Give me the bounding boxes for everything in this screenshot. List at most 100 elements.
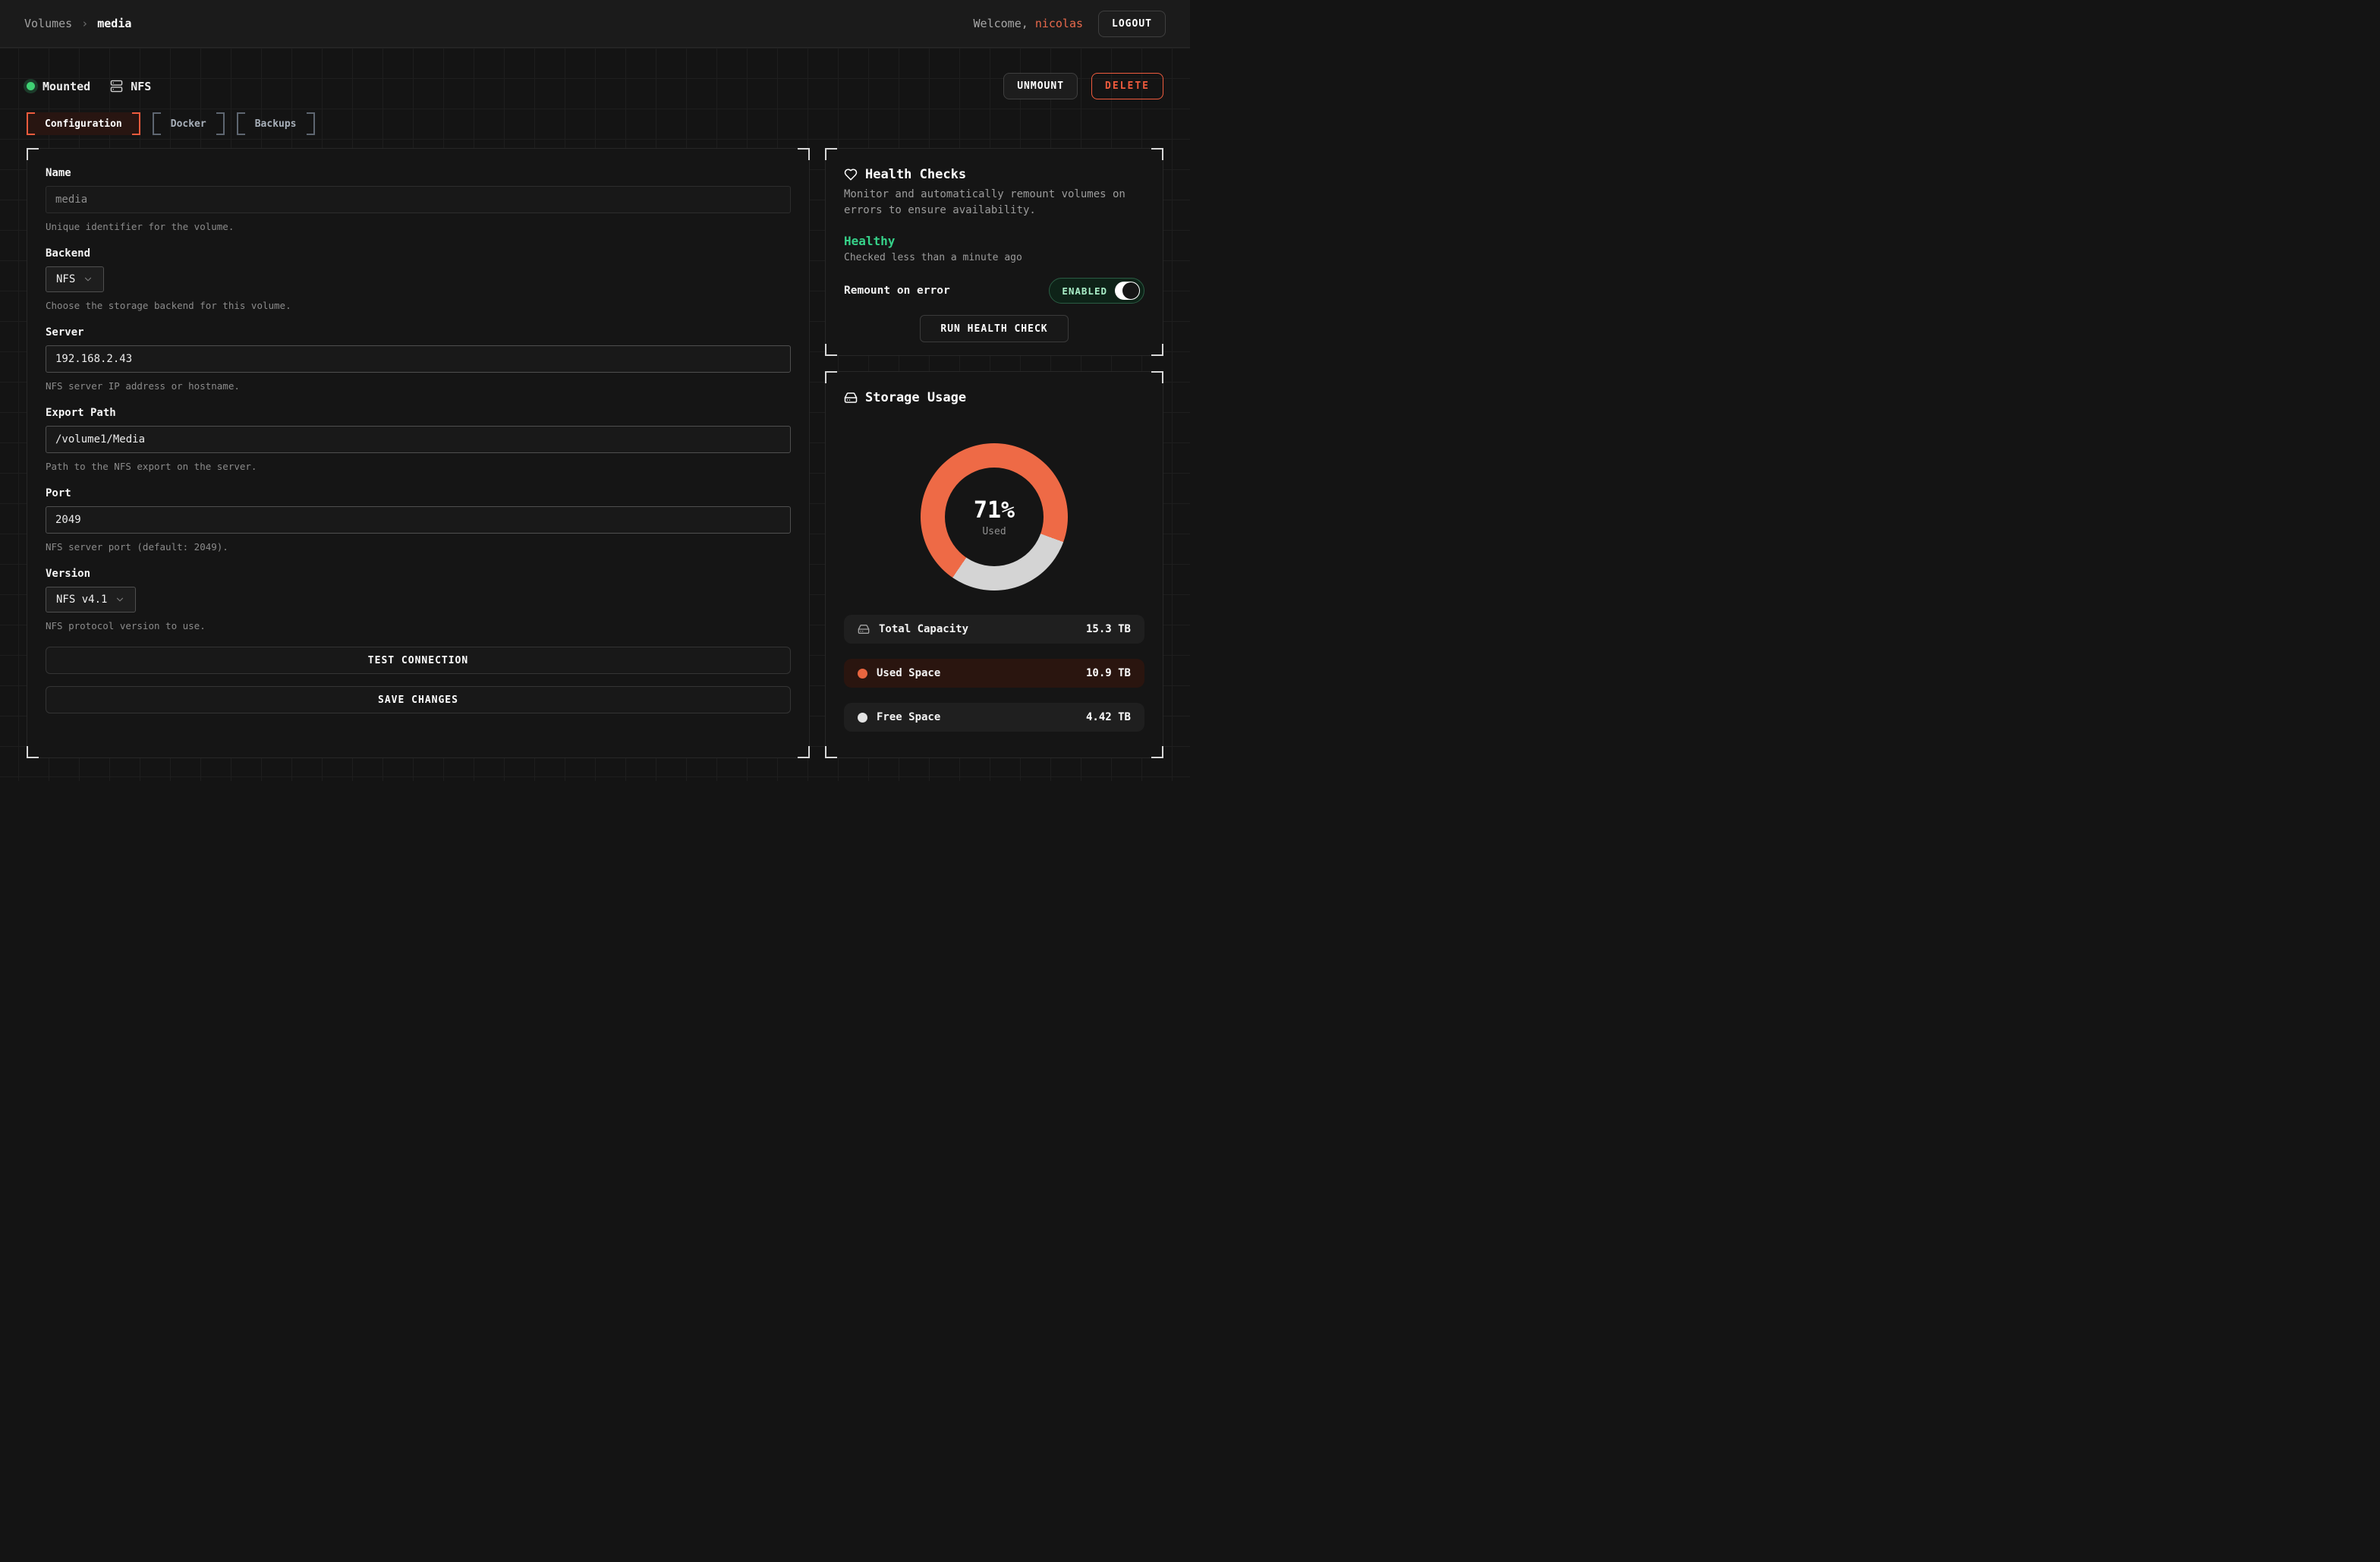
- breadcrumb-volumes[interactable]: Volumes: [24, 17, 72, 30]
- tab-configuration[interactable]: Configuration: [27, 112, 140, 135]
- top-bar-right: Welcome, nicolas LOGOUT: [974, 11, 1166, 37]
- version-select-value: NFS v4.1: [56, 594, 107, 606]
- used-space-row: Used Space 10.9 TB: [844, 659, 1144, 688]
- corner-bracket: [825, 371, 837, 383]
- tab-bar: Configuration Docker Backups: [27, 112, 1163, 135]
- health-checks-title: Health Checks: [844, 167, 1144, 182]
- username: nicolas: [1035, 17, 1083, 30]
- corner-bracket: [1151, 746, 1163, 758]
- corner-bracket: [825, 344, 837, 356]
- backend-badge-label: NFS: [131, 80, 151, 93]
- toggle-knob-icon: [1115, 282, 1140, 300]
- health-checks-title-text: Health Checks: [865, 167, 966, 182]
- top-bar: Volumes › media Welcome, nicolas LOGOUT: [0, 0, 1190, 48]
- test-connection-button[interactable]: TEST CONNECTION: [46, 647, 791, 674]
- storage-donut-ring: 71% Used: [921, 443, 1068, 590]
- remount-row: Remount on error ENABLED: [844, 278, 1144, 304]
- remount-toggle[interactable]: ENABLED: [1049, 278, 1144, 304]
- used-space-label: Used Space: [877, 667, 940, 679]
- health-checks-panel: Health Checks Monitor and automatically …: [825, 148, 1163, 356]
- corner-bracket: [825, 148, 837, 160]
- status-left: Mounted NFS: [27, 80, 151, 93]
- corner-bracket: [798, 746, 810, 758]
- right-column: Health Checks Monitor and automatically …: [825, 148, 1163, 758]
- total-capacity-label: Total Capacity: [879, 623, 968, 635]
- page: Mounted NFS UNMOUNT DELETE Configuration…: [0, 48, 1190, 781]
- version-label: Version: [46, 568, 791, 580]
- status-actions: UNMOUNT DELETE: [1003, 73, 1163, 99]
- breadcrumb-current: media: [97, 17, 131, 30]
- free-space-dot-icon: [858, 713, 867, 723]
- storage-donut-center: 71% Used: [945, 468, 1044, 566]
- free-space-label: Free Space: [877, 711, 940, 723]
- backend-label: Backend: [46, 247, 791, 260]
- health-last-checked: Checked less than a minute ago: [844, 252, 1144, 263]
- corner-bracket: [1151, 148, 1163, 160]
- corner-bracket: [798, 148, 810, 160]
- content-layout: Name Unique identifier for the volume. B…: [27, 148, 1163, 758]
- export-path-label: Export Path: [46, 407, 791, 419]
- used-space-dot-icon: [858, 669, 867, 679]
- run-check-wrap: RUN HEALTH CHECK: [844, 315, 1144, 342]
- mount-status: Mounted: [27, 80, 90, 93]
- status-row: Mounted NFS UNMOUNT DELETE: [27, 48, 1163, 99]
- storage-percent-caption: Used: [982, 526, 1006, 537]
- server-input[interactable]: [46, 345, 791, 373]
- corner-bracket: [27, 746, 39, 758]
- breadcrumb: Volumes › media: [24, 17, 131, 30]
- port-helper: NFS server port (default: 2049).: [46, 541, 791, 553]
- chevron-down-icon: [83, 274, 93, 285]
- chevron-down-icon: [115, 594, 125, 605]
- port-input[interactable]: [46, 506, 791, 534]
- name-input: [46, 186, 791, 213]
- configuration-panel: Name Unique identifier for the volume. B…: [27, 148, 810, 758]
- port-label: Port: [46, 487, 791, 499]
- name-helper: Unique identifier for the volume.: [46, 221, 791, 232]
- server-icon: [110, 80, 123, 93]
- hard-drive-icon: [858, 623, 870, 635]
- tab-backups[interactable]: Backups: [237, 112, 315, 135]
- logout-button[interactable]: LOGOUT: [1098, 11, 1166, 37]
- save-changes-button[interactable]: SAVE CHANGES: [46, 686, 791, 713]
- welcome-text: Welcome, nicolas: [974, 17, 1084, 30]
- storage-usage-title-text: Storage Usage: [865, 390, 966, 405]
- run-health-check-button[interactable]: RUN HEALTH CHECK: [920, 315, 1068, 342]
- health-status-badge: Healthy: [844, 234, 1144, 248]
- backend-helper: Choose the storage backend for this volu…: [46, 300, 791, 311]
- mount-status-label: Mounted: [42, 80, 90, 93]
- storage-percent-used: 71%: [974, 497, 1015, 524]
- version-helper: NFS protocol version to use.: [46, 620, 791, 631]
- used-space-value: 10.9 TB: [1086, 667, 1131, 679]
- free-space-row: Free Space 4.42 TB: [844, 703, 1144, 732]
- remount-on-error-label: Remount on error: [844, 285, 950, 297]
- hard-drive-icon: [844, 391, 858, 405]
- mounted-status-dot: [27, 82, 35, 90]
- backend-select-value: NFS: [56, 273, 75, 285]
- backend-badge: NFS: [110, 80, 151, 93]
- health-description: Monitor and automatically remount volume…: [844, 187, 1144, 219]
- unmount-button[interactable]: UNMOUNT: [1003, 73, 1078, 99]
- corner-bracket: [1151, 371, 1163, 383]
- breadcrumb-separator-icon: ›: [81, 17, 88, 30]
- backend-select[interactable]: NFS: [46, 266, 104, 292]
- storage-donut-wrap: 71% Used: [844, 443, 1144, 590]
- version-select[interactable]: NFS v4.1: [46, 587, 136, 613]
- storage-usage-title: Storage Usage: [844, 390, 1144, 405]
- server-label: Server: [46, 326, 791, 339]
- export-path-helper: Path to the NFS export on the server.: [46, 461, 791, 472]
- server-helper: NFS server IP address or hostname.: [46, 380, 791, 392]
- corner-bracket: [825, 746, 837, 758]
- corner-bracket: [1151, 344, 1163, 356]
- total-capacity-row: Total Capacity 15.3 TB: [844, 615, 1144, 644]
- welcome-prefix: Welcome,: [974, 17, 1035, 30]
- export-path-input[interactable]: [46, 426, 791, 453]
- total-capacity-value: 15.3 TB: [1086, 623, 1131, 635]
- remount-toggle-state: ENABLED: [1062, 285, 1107, 297]
- storage-usage-panel: Storage Usage 71% Used Total Capacity: [825, 371, 1163, 758]
- heart-icon: [844, 168, 858, 181]
- name-label: Name: [46, 167, 791, 179]
- corner-bracket: [27, 148, 39, 160]
- delete-button[interactable]: DELETE: [1091, 73, 1163, 99]
- free-space-value: 4.42 TB: [1086, 711, 1131, 723]
- tab-docker[interactable]: Docker: [153, 112, 225, 135]
